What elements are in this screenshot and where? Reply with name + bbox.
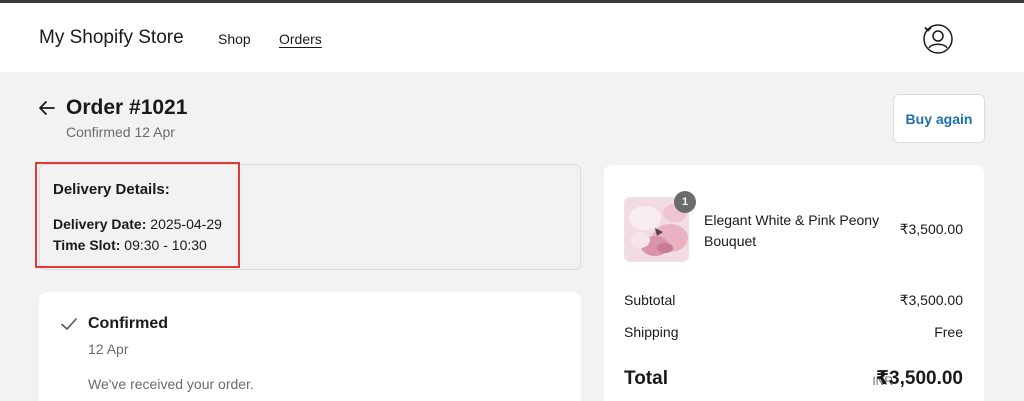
buy-again-button[interactable]: Buy again [893,94,985,143]
store-name[interactable]: My Shopify Store [39,27,184,49]
product-price: ₹3,500.00 [899,221,963,237]
status-date: 12 Apr [88,341,129,357]
shipping-value: Free [934,324,963,340]
store-header: My Shopify Store Shop Orders [0,3,1024,72]
subtotal-value: ₹3,500.00 [899,292,963,308]
product-name: Elegant White & Pink Peony Bouquet [704,212,880,249]
chevron-down-icon [924,26,932,32]
total-value: ₹3,500.00 [875,368,963,389]
status-message: We've received your order. [88,376,254,392]
highlight-box [35,162,240,268]
nav-orders-link[interactable]: Orders [279,31,322,47]
account-menu[interactable] [922,23,974,55]
quantity-badge: 1 [674,191,696,213]
checkmark-icon [61,318,77,330]
nav-shop-link[interactable]: Shop [218,31,251,47]
back-arrow-icon[interactable] [37,98,57,118]
shipping-label: Shipping [624,324,679,340]
total-label: Total [624,368,668,389]
subtotal-label: Subtotal [624,292,676,308]
order-subtitle: Confirmed 12 Apr [66,124,175,140]
order-title: Order #1021 [66,96,188,119]
status-title: Confirmed [88,315,168,332]
